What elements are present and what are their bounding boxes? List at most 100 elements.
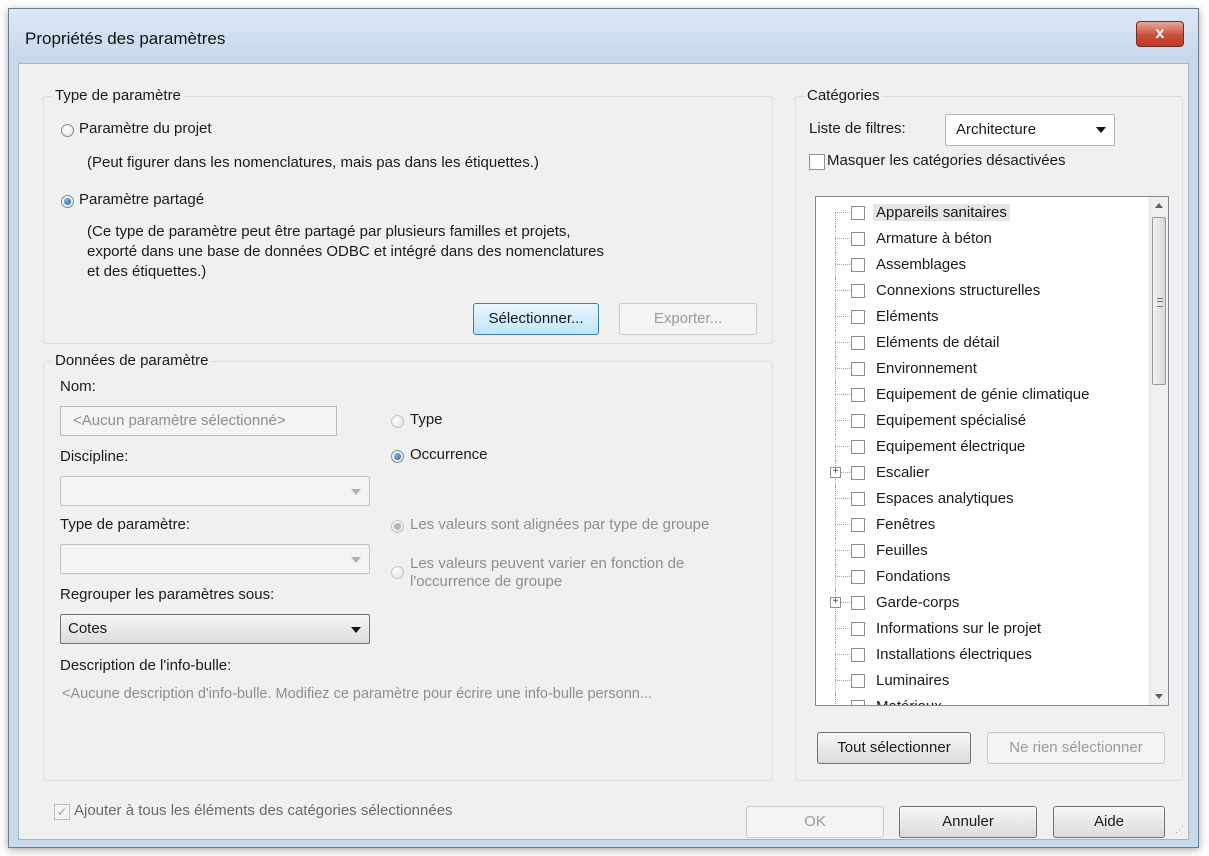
category-checkbox[interactable] — [851, 596, 865, 610]
expand-plus-icon[interactable]: + — [830, 597, 841, 608]
dialog-title: Propriétés des paramètres — [25, 29, 226, 48]
category-label: Luminaires — [876, 672, 950, 689]
add-to-all-label: Ajouter à tous les éléments des catégori… — [74, 802, 453, 819]
tree-item-installations-electriques[interactable]: Installations électriques — [816, 642, 1142, 668]
occurrence-radio[interactable] — [391, 450, 404, 463]
group-parameters-under-label: Regrouper les paramètres sous: — [60, 586, 275, 603]
discipline-dropdown[interactable] — [60, 476, 370, 506]
cancel-button[interactable]: Annuler — [899, 806, 1037, 838]
varying-values-label-line2: l'occurrence de groupe — [410, 573, 563, 590]
tree-item-connexions-structurelles[interactable]: Connexions structurelles — [816, 278, 1142, 304]
tooltip-description-text[interactable]: <Aucune description d'info-bulle. Modifi… — [62, 686, 652, 702]
category-label: Eléments de détail — [876, 334, 1000, 351]
category-checkbox[interactable] — [851, 414, 865, 428]
tree-item-garde-corps[interactable]: + Garde-corps — [816, 590, 1142, 616]
category-checkbox[interactable] — [851, 258, 865, 272]
occurrence-radio-label: Occurrence — [410, 446, 488, 463]
category-checkbox[interactable] — [851, 310, 865, 324]
chevron-down-icon — [351, 557, 361, 563]
tree-item-elements[interactable]: Eléments — [816, 304, 1142, 330]
tree-item-fondations[interactable]: Fondations — [816, 564, 1142, 590]
name-field[interactable]: <Aucun paramètre sélectionné> — [60, 406, 337, 436]
tree-item-espaces-analytiques[interactable]: Espaces analytiques — [816, 486, 1142, 512]
tree-item-equipement-electrique[interactable]: Equipement électrique — [816, 434, 1142, 460]
category-checkbox[interactable] — [851, 466, 865, 480]
varying-values-label-line1: Les valeurs peuvent varier en fonction d… — [410, 555, 685, 572]
category-checkbox[interactable] — [851, 440, 865, 454]
parameter-properties-dialog: Propriétés des paramètres x Type de para… — [8, 8, 1199, 848]
category-checkbox[interactable] — [851, 362, 865, 376]
tree-item-feuilles[interactable]: Feuilles — [816, 538, 1142, 564]
category-label: Informations sur le projet — [876, 620, 1042, 637]
add-to-all-checkbox[interactable]: ✓ — [54, 804, 70, 820]
group-parameters-under-value: Cotes — [68, 620, 108, 637]
tree-item-environnement[interactable]: Environnement — [816, 356, 1142, 382]
expand-plus-icon[interactable]: + — [830, 467, 841, 478]
tree-item-armature-a-beton[interactable]: Armature à béton — [816, 226, 1142, 252]
category-label: Equipement électrique — [876, 438, 1026, 455]
tree-item-assemblages[interactable]: Assemblages — [816, 252, 1142, 278]
category-checkbox[interactable] — [851, 284, 865, 298]
varying-values-radio[interactable] — [391, 566, 404, 579]
tree-item-appareils-sanitaires[interactable]: Appareils sanitaires — [816, 200, 1142, 226]
category-label: Matériaux — [873, 698, 945, 705]
filter-list-dropdown[interactable]: Architecture — [945, 114, 1115, 146]
category-checkbox[interactable] — [851, 388, 865, 402]
resize-grip-icon[interactable]: ⋰ — [1175, 824, 1184, 835]
name-label: Nom: — [60, 378, 96, 395]
category-label: Assemblages — [876, 256, 967, 273]
category-checkbox[interactable] — [851, 622, 865, 636]
category-checkbox[interactable] — [851, 206, 865, 220]
select-all-button[interactable]: Tout sélectionner — [817, 732, 971, 764]
ok-button[interactable]: OK — [746, 806, 884, 838]
category-label: Armature à béton — [876, 230, 992, 247]
tree-item-informations-sur-le-projet[interactable]: Informations sur le projet — [816, 616, 1142, 642]
project-parameter-radio[interactable] — [61, 124, 74, 137]
category-checkbox[interactable] — [851, 336, 865, 350]
chevron-down-icon — [351, 489, 361, 495]
category-checkbox[interactable] — [851, 518, 865, 532]
tooltip-description-label: Description de l'info-bulle: — [60, 657, 232, 674]
aligned-values-radio[interactable] — [391, 520, 404, 533]
filter-list-value: Architecture — [956, 121, 1037, 138]
tree-item-elements-de-detail[interactable]: Eléments de détail — [816, 330, 1142, 356]
category-label: Espaces analytiques — [876, 490, 1014, 507]
tree-item-materiaux[interactable]: Matériaux — [816, 694, 1142, 705]
tree-item-fenetres[interactable]: Fenêtres — [816, 512, 1142, 538]
category-label: Equipement spécialisé — [876, 412, 1027, 429]
export-button[interactable]: Exporter... — [619, 303, 757, 335]
categories-tree[interactable]: Appareils sanitaires Armature à béton As… — [815, 196, 1169, 706]
category-label: Eléments — [876, 308, 939, 325]
title-bar[interactable]: Propriétés des paramètres x — [9, 9, 1198, 61]
category-checkbox[interactable] — [851, 700, 865, 705]
category-label: Environnement — [876, 360, 977, 377]
tree-item-escalier[interactable]: + Escalier — [816, 460, 1142, 486]
category-checkbox[interactable] — [851, 570, 865, 584]
close-icon: x — [1155, 25, 1165, 42]
categories-scrollbar[interactable] — [1149, 197, 1168, 705]
close-button[interactable]: x — [1136, 21, 1184, 47]
shared-parameter-description-line3: et des étiquettes.) — [87, 263, 207, 280]
hide-disabled-categories-checkbox[interactable] — [809, 154, 825, 170]
help-button[interactable]: Aide — [1053, 806, 1165, 838]
category-checkbox[interactable] — [851, 544, 865, 558]
select-none-button[interactable]: Ne rien sélectionner — [987, 732, 1165, 764]
category-checkbox[interactable] — [851, 648, 865, 662]
scroll-up-icon[interactable] — [1155, 203, 1163, 208]
category-label: Appareils sanitaires — [873, 204, 1010, 221]
tree-item-equipement-specialise[interactable]: Equipement spécialisé — [816, 408, 1142, 434]
scrollbar-thumb[interactable] — [1152, 217, 1166, 385]
category-checkbox[interactable] — [851, 492, 865, 506]
category-checkbox[interactable] — [851, 674, 865, 688]
parameter-data-group-title: Données de paramètre — [52, 352, 212, 369]
group-parameters-under-dropdown[interactable]: Cotes — [60, 614, 370, 644]
select-button[interactable]: Sélectionner... — [473, 303, 599, 335]
scroll-down-icon[interactable] — [1155, 694, 1163, 699]
parameter-type-dropdown[interactable] — [60, 544, 370, 574]
type-radio[interactable] — [391, 415, 404, 428]
tree-item-equipement-genie-climatique[interactable]: Equipement de génie climatique — [816, 382, 1142, 408]
tree-item-luminaires[interactable]: Luminaires — [816, 668, 1142, 694]
shared-parameter-radio[interactable] — [61, 195, 74, 208]
category-checkbox[interactable] — [851, 232, 865, 246]
category-label: Installations électriques — [876, 646, 1032, 663]
